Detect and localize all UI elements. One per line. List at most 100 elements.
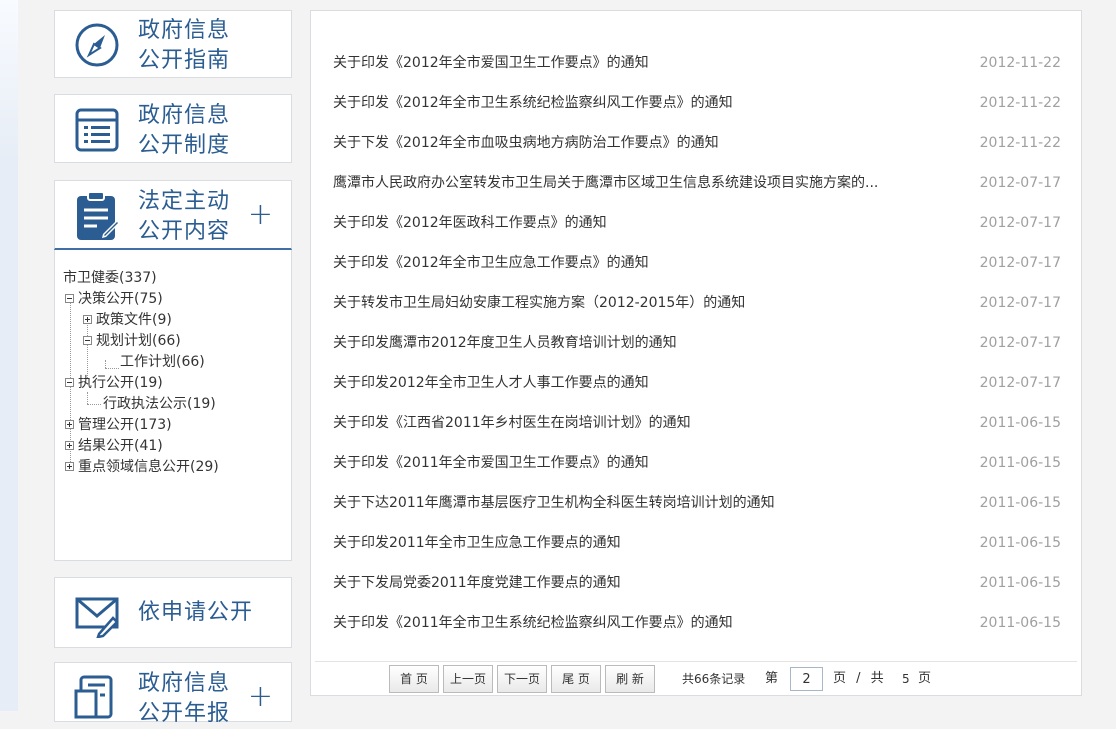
page-number-input[interactable] — [790, 667, 823, 691]
document-link[interactable]: 关于印发《2011年全市卫生系统纪检监察纠风工作要点》的通知 — [333, 613, 733, 633]
document-row: 关于下发局党委2011年度党建工作要点的通知 2011-06-15 — [333, 573, 1061, 593]
sidebar-card-active-title: 法定主动 公开内容 — [138, 187, 230, 247]
collapse-icon[interactable] — [65, 377, 74, 387]
document-date: 2012-07-17 — [979, 215, 1061, 231]
pages-suffix-label: 页 — [918, 671, 932, 686]
tree-label: 行政执法公示(19) — [103, 396, 216, 412]
document-row: 关于印发《2012年全市卫生应急工作要点》的通知 2012-07-17 — [333, 253, 1061, 273]
page-left-edge — [0, 0, 18, 711]
report-icon — [73, 673, 121, 721]
document-link[interactable]: 关于印发《2011年全市爱国卫生工作要点》的通知 — [333, 453, 649, 473]
document-link[interactable]: 关于印发2011年全市卫生应急工作要点的通知 — [333, 533, 621, 553]
expand-plus-icon[interactable]: + — [248, 200, 273, 230]
expand-plus-icon[interactable]: + — [248, 682, 273, 712]
sidebar-card-active[interactable]: 法定主动 公开内容 + — [54, 180, 292, 250]
document-date: 2012-11-22 — [979, 95, 1061, 111]
title-line-1: 法定主动 — [138, 189, 231, 214]
envelope-pen-icon — [73, 590, 121, 639]
tree-label: 工作计划(66) — [120, 354, 205, 370]
title-line-2: 公开年报 — [138, 701, 231, 726]
sidebar-card-guide[interactable]: 政府信息 公开指南 — [54, 10, 292, 78]
document-date: 2011-06-15 — [979, 495, 1061, 511]
document-row: 关于印发鹰潭市2012年度卫生人员教育培训计划的通知 2012-07-17 — [333, 333, 1061, 353]
clipboard-edit-icon — [73, 190, 121, 240]
tree-label: 管理公开(173) — [78, 417, 172, 433]
document-link[interactable]: 鹰潭市人民政府办公室转发市卫生局关于鹰潭市区域卫生信息系统建设项目实施方案的..… — [333, 173, 878, 193]
document-link[interactable]: 关于印发《2012年全市卫生系统纪检监察纠风工作要点》的通知 — [333, 93, 733, 113]
total-pages-text: 5 — [902, 672, 910, 686]
sidebar-card-annual[interactable]: 政府信息 公开年报 + — [54, 662, 292, 726]
document-link[interactable]: 关于转发市卫生局妇幼安康工程实施方案（2012-2015年）的通知 — [333, 293, 745, 313]
document-link[interactable]: 关于下发《2012年全市血吸虫病地方病防治工作要点》的通知 — [333, 133, 719, 153]
document-row: 关于印发2012年全市卫生人才人事工作要点的通知 2012-07-17 — [333, 373, 1061, 393]
sidebar-card-apply[interactable]: 依申请公开 — [54, 577, 292, 648]
document-link[interactable]: 关于印发《江西省2011年乡村医生在岗培训计划》的通知 — [333, 413, 691, 433]
tree-item-planning[interactable]: 规划计划(66) — [83, 331, 181, 352]
document-link[interactable]: 关于印发《2012年全市爱国卫生工作要点》的通知 — [333, 53, 649, 73]
first-page-button[interactable]: 首 页 — [389, 665, 439, 693]
page-suffix-label: 页 / 共 — [833, 671, 884, 686]
title-line-2: 公开内容 — [138, 219, 231, 244]
last-page-button[interactable]: 尾 页 — [551, 665, 601, 693]
document-link[interactable]: 关于印发2012年全市卫生人才人事工作要点的通知 — [333, 373, 649, 393]
tree-item-key-areas[interactable]: 重点领域信息公开(29) — [65, 457, 219, 478]
sidebar-card-annual-title: 政府信息 公开年报 — [138, 669, 230, 729]
tree-item-decision[interactable]: 决策公开(75) — [65, 289, 163, 310]
tree-item-enforcement[interactable]: 行政执法公示(19) — [103, 394, 216, 415]
expand-icon[interactable] — [83, 314, 92, 324]
prev-page-button[interactable]: 上一页 — [443, 665, 493, 693]
sidebar-card-system[interactable]: 政府信息 公开制度 — [54, 94, 292, 163]
collapse-icon[interactable] — [65, 293, 74, 303]
document-row: 关于印发《江西省2011年乡村医生在岗培训计划》的通知 2011-06-15 — [333, 413, 1061, 433]
expand-icon[interactable] — [65, 461, 74, 471]
document-row: 关于下发《2012年全市血吸虫病地方病防治工作要点》的通知 2012-11-22 — [333, 133, 1061, 153]
refresh-button[interactable]: 刷 新 — [605, 665, 655, 693]
document-date: 2011-06-15 — [979, 615, 1061, 631]
document-link[interactable]: 关于印发《2012年医政科工作要点》的通知 — [333, 213, 607, 233]
document-date: 2011-06-15 — [979, 455, 1061, 471]
tree-item-management[interactable]: 管理公开(173) — [65, 415, 172, 436]
next-page-button[interactable]: 下一页 — [497, 665, 547, 693]
document-link[interactable]: 关于印发鹰潭市2012年度卫生人员教育培训计划的通知 — [333, 333, 677, 353]
expand-icon[interactable] — [65, 440, 74, 450]
sidebar-card-system-title: 政府信息 公开制度 — [138, 101, 230, 161]
page-prefix-label: 第 — [765, 671, 779, 686]
expand-icon[interactable] — [65, 419, 74, 429]
document-link[interactable]: 关于下达2011年鹰潭市基层医疗卫生机构全科医生转岗培训计划的通知 — [333, 493, 775, 513]
document-row: 关于印发《2011年全市爱国卫生工作要点》的通知 2011-06-15 — [333, 453, 1061, 473]
document-row: 鹰潭市人民政府办公室转发市卫生局关于鹰潭市区域卫生信息系统建设项目实施方案的..… — [333, 173, 1061, 193]
document-date: 2011-06-15 — [979, 575, 1061, 591]
tree-item-execution[interactable]: 执行公开(19) — [65, 373, 163, 394]
compass-icon — [73, 21, 121, 69]
sidebar-card-guide-title: 政府信息 公开指南 — [138, 16, 230, 76]
document-row: 关于转发市卫生局妇幼安康工程实施方案（2012-2015年）的通知 2012-0… — [333, 293, 1061, 313]
document-row: 关于印发《2012年全市爱国卫生工作要点》的通知 2012-11-22 — [333, 53, 1061, 73]
tree-item-policy[interactable]: 政策文件(9) — [83, 310, 172, 331]
tree-guide-line — [105, 360, 106, 368]
document-row: 关于下达2011年鹰潭市基层医疗卫生机构全科医生转岗培训计划的通知 2011-0… — [333, 493, 1061, 513]
title-line-1: 政府信息 — [138, 103, 231, 128]
document-row: 关于印发《2011年全市卫生系统纪检监察纠风工作要点》的通知 2011-06-1… — [333, 613, 1061, 633]
tree-label: 市卫健委(337) — [63, 270, 157, 286]
title-line-2: 公开制度 — [138, 133, 231, 158]
title-line-1: 政府信息 — [138, 18, 231, 43]
document-date: 2012-07-17 — [979, 295, 1061, 311]
tree-root[interactable]: 市卫健委(337) — [63, 268, 157, 289]
list-icon — [73, 106, 121, 154]
tree-guide-line — [87, 404, 101, 405]
document-date: 2012-11-22 — [979, 135, 1061, 151]
tree-label: 执行公开(19) — [78, 375, 163, 391]
document-date: 2012-07-17 — [979, 175, 1061, 191]
document-date: 2012-07-17 — [979, 335, 1061, 351]
category-tree: 市卫健委(337) 决策公开(75) 政策文件(9) 规划计划(66) 工作计划… — [54, 250, 292, 561]
document-link[interactable]: 关于印发《2012年全市卫生应急工作要点》的通知 — [333, 253, 649, 273]
collapse-icon[interactable] — [83, 335, 92, 345]
document-link[interactable]: 关于下发局党委2011年度党建工作要点的通知 — [333, 573, 621, 593]
tree-item-results[interactable]: 结果公开(41) — [65, 436, 163, 457]
tree-guide-line — [105, 368, 119, 369]
document-row: 关于印发《2012年医政科工作要点》的通知 2012-07-17 — [333, 213, 1061, 233]
tree-item-work-plan[interactable]: 工作计划(66) — [120, 352, 205, 373]
sidebar-card-apply-title: 依申请公开 — [138, 598, 253, 628]
tree-label: 决策公开(75) — [78, 291, 163, 307]
document-date: 2012-11-22 — [979, 55, 1061, 71]
